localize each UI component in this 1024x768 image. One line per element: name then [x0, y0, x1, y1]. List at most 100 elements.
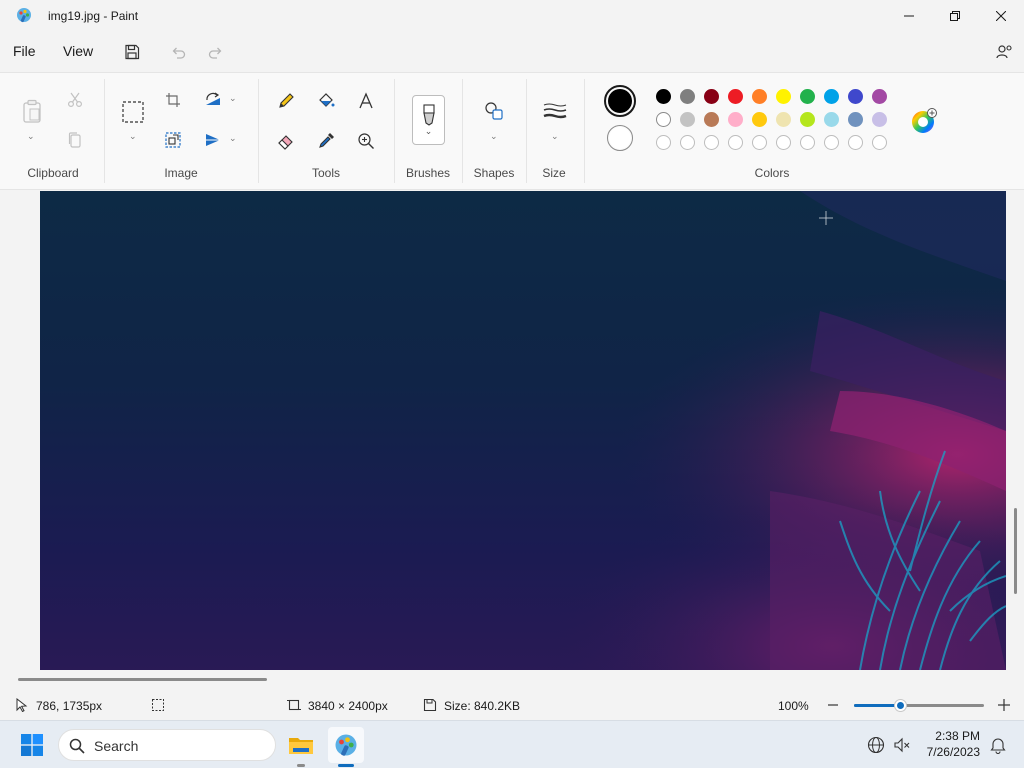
- palette-color-swatch[interactable]: [872, 112, 887, 127]
- zoom-out-icon[interactable]: [827, 698, 841, 712]
- palette-color-swatch[interactable]: [704, 89, 719, 104]
- size-dropdown-chevron-icon[interactable]: ⌄: [551, 131, 559, 142]
- ribbon-divider: [462, 79, 463, 183]
- fill-bucket-icon[interactable]: [314, 89, 338, 113]
- palette-color-swatch[interactable]: [656, 89, 671, 104]
- custom-color-slot[interactable]: [656, 135, 671, 150]
- shapes-dropdown-chevron-icon[interactable]: ⌄: [490, 131, 498, 142]
- restore-button[interactable]: [932, 0, 978, 32]
- cut-icon[interactable]: [64, 89, 86, 111]
- zoom-slider-thumb[interactable]: [893, 699, 907, 712]
- crop-icon[interactable]: [162, 89, 184, 111]
- account-settings-icon[interactable]: [992, 40, 1016, 64]
- canvas-image[interactable]: [40, 191, 1006, 670]
- zoom-slider-fill: [854, 704, 900, 707]
- palette-color-swatch[interactable]: [776, 112, 791, 127]
- notification-bell-icon[interactable]: [988, 735, 1008, 755]
- paste-dropdown-chevron-icon[interactable]: ⌄: [27, 131, 35, 142]
- redo-icon[interactable]: [204, 40, 228, 64]
- palette-color-swatch[interactable]: [848, 89, 863, 104]
- close-button[interactable]: [978, 0, 1024, 32]
- select-icon[interactable]: [120, 99, 146, 125]
- zoom-percentage[interactable]: 100%: [778, 699, 809, 713]
- file-menu[interactable]: File: [13, 43, 36, 59]
- undo-icon[interactable]: [166, 40, 190, 64]
- status-bar: 786, 1735px 3840 × 2400px Size: 840.2KB …: [0, 690, 1024, 720]
- save-icon[interactable]: [120, 40, 144, 64]
- clock-time[interactable]: 2:38 PM: [920, 729, 980, 743]
- rotate-icon[interactable]: [202, 89, 224, 111]
- palette-color-swatch[interactable]: [824, 112, 839, 127]
- windows-start-icon[interactable]: [20, 733, 44, 757]
- image-dimensions: 3840 × 2400px: [308, 699, 388, 713]
- palette-color-swatch[interactable]: [728, 112, 743, 127]
- select-dropdown-chevron-icon[interactable]: ⌄: [129, 131, 137, 142]
- paint-taskbar-icon[interactable]: [328, 727, 364, 763]
- image-group-label: Image: [164, 166, 198, 180]
- paint-app-icon: [16, 7, 32, 23]
- custom-color-slot[interactable]: [872, 135, 887, 150]
- vertical-scrollbar[interactable]: [1014, 508, 1017, 594]
- secondary-color-button[interactable]: [607, 125, 633, 151]
- zoom-slider-track[interactable]: [854, 699, 984, 712]
- palette-color-swatch[interactable]: [752, 89, 767, 104]
- palette-color-swatch[interactable]: [848, 112, 863, 127]
- copy-icon[interactable]: [64, 129, 86, 151]
- primary-color-button[interactable]: [604, 85, 636, 117]
- volume-muted-icon[interactable]: [892, 735, 912, 755]
- eraser-icon[interactable]: [274, 129, 298, 153]
- custom-color-slot[interactable]: [728, 135, 743, 150]
- color-picker-icon[interactable]: [314, 129, 338, 153]
- palette-color-swatch[interactable]: [704, 112, 719, 127]
- ribbon-divider: [394, 79, 395, 183]
- palette-color-swatch[interactable]: [752, 112, 767, 127]
- paint-active-indicator: [338, 764, 354, 767]
- paste-icon[interactable]: [20, 97, 44, 125]
- horizontal-scrollbar[interactable]: [18, 678, 267, 681]
- palette-color-swatch[interactable]: [776, 89, 791, 104]
- palette-color-swatch[interactable]: [680, 89, 695, 104]
- view-menu[interactable]: View: [63, 43, 93, 59]
- flip-dropdown-chevron-icon[interactable]: ⌄: [229, 133, 237, 144]
- ribbon-divider: [526, 79, 527, 183]
- custom-color-slot[interactable]: [704, 135, 719, 150]
- stroke-size-icon[interactable]: [542, 99, 568, 123]
- zoom-in-icon[interactable]: [997, 698, 1011, 712]
- palette-color-swatch[interactable]: [656, 112, 671, 127]
- file-size-icon: [423, 698, 437, 712]
- palette-color-swatch[interactable]: [728, 89, 743, 104]
- rotate-dropdown-chevron-icon[interactable]: ⌄: [229, 93, 237, 104]
- file-size: Size: 840.2KB: [444, 699, 521, 713]
- brushes-button[interactable]: ⌄: [412, 95, 445, 145]
- magnifier-icon[interactable]: [354, 129, 378, 153]
- file-explorer-icon[interactable]: [286, 731, 316, 759]
- pointer-icon: [16, 697, 30, 713]
- taskbar-search-box[interactable]: Search: [58, 729, 276, 761]
- flip-icon[interactable]: [202, 129, 224, 151]
- text-icon[interactable]: [354, 89, 378, 113]
- brush-icon: [422, 103, 435, 126]
- minimize-button[interactable]: [886, 0, 932, 32]
- custom-color-slot[interactable]: [848, 135, 863, 150]
- brushes-group-label: Brushes: [405, 166, 451, 180]
- custom-color-slot[interactable]: [752, 135, 767, 150]
- palette-color-swatch[interactable]: [824, 89, 839, 104]
- resize-icon[interactable]: [162, 129, 184, 151]
- palette-color-swatch[interactable]: [800, 112, 815, 127]
- window-title: img19.jpg - Paint: [48, 9, 139, 23]
- clock-date[interactable]: 7/26/2023: [912, 745, 980, 759]
- custom-color-slot[interactable]: [776, 135, 791, 150]
- custom-color-slot[interactable]: [680, 135, 695, 150]
- palette-color-swatch[interactable]: [872, 89, 887, 104]
- search-placeholder: Search: [94, 738, 139, 754]
- size-group-label: Size: [542, 166, 566, 180]
- custom-color-slot[interactable]: [800, 135, 815, 150]
- palette-color-swatch[interactable]: [800, 89, 815, 104]
- custom-color-slot[interactable]: [824, 135, 839, 150]
- pencil-icon[interactable]: [274, 89, 298, 113]
- taskbar: Search 2:38 PM 7/26/2023: [0, 720, 1024, 768]
- globe-network-icon[interactable]: [866, 735, 886, 755]
- shapes-icon[interactable]: [482, 99, 506, 123]
- palette-color-swatch[interactable]: [680, 112, 695, 127]
- edit-colors-icon[interactable]: [910, 107, 938, 135]
